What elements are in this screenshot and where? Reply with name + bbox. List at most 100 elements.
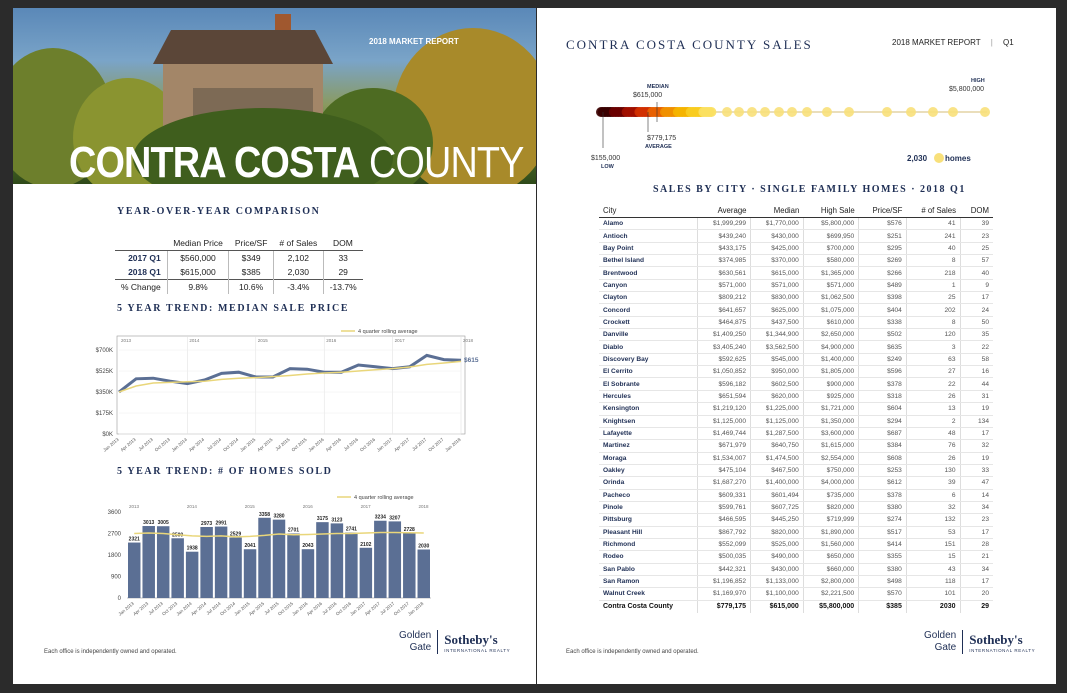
median-value: $615,000 — [633, 92, 662, 99]
city-cell: $380 — [858, 563, 907, 576]
year-label: 2017 — [395, 338, 406, 343]
city-cell: $1,999,299 — [697, 217, 751, 231]
city-name: San Pablo — [599, 563, 699, 576]
x-tick-label: Jan 2015 — [239, 437, 257, 453]
bar-value-label: 2321 — [129, 537, 140, 543]
city-cell: $601,494 — [750, 489, 804, 502]
city-cell: $1,400,000 — [803, 353, 860, 367]
table-row: Pittsburg $466,595 $445,250 $719,999 $274 132… — [599, 513, 993, 527]
bar — [345, 532, 358, 598]
city-cell: 1 — [906, 279, 961, 293]
city-cell: $5,800,000 — [803, 217, 860, 231]
price-chart-title: 5 YEAR TREND: MEDIAN SALE PRICE — [117, 303, 350, 314]
city-cell: $3,600,000 — [803, 427, 860, 441]
city-name: Pittsburg — [599, 513, 699, 527]
bar-value-label: 3207 — [389, 515, 400, 521]
table-row: Oakley $475,104 $467,500 $750,000 $253 130 33 — [599, 464, 993, 478]
logo-golden: Golden — [924, 630, 957, 641]
bar-value-label: 3123 — [331, 517, 342, 523]
city-cell: $430,000 — [750, 563, 804, 576]
city-cell: $630,561 — [697, 266, 751, 280]
year-label: 2013 — [121, 338, 132, 343]
table-row: Pacheco $609,331 $601,494 $735,000 $378 6 14 — [599, 489, 993, 502]
city-cell: $687 — [858, 427, 907, 441]
city-cell: 28 — [960, 538, 993, 552]
table-row: Clayton $809,212 $830,000 $1,062,500 $398 25 1… — [599, 291, 993, 305]
city-table-title: SALES BY CITY · SINGLE FAMILY HOMES · 20… — [653, 184, 966, 195]
city-cell: 132 — [906, 513, 961, 527]
bar — [301, 549, 315, 598]
city-name: Hercules — [599, 390, 699, 404]
price-range-graphic: MEDIAN $615,000 HIGH $5,800,000 $779,175 AVER… — [591, 78, 990, 170]
city-cell: $274 — [858, 513, 907, 527]
x-tick-label: Jan 2017 — [376, 437, 394, 453]
city-cell: 25 — [906, 291, 961, 305]
yoy-cell: $385 — [228, 265, 274, 280]
bar — [258, 517, 271, 598]
city-cell: 118 — [906, 575, 961, 589]
city-cell: $641,657 — [697, 303, 751, 317]
y-tick-label: 0 — [118, 596, 122, 602]
city-cell: 17 — [960, 427, 993, 441]
plot-frame — [116, 335, 466, 435]
city-cell: 13 — [906, 402, 961, 416]
city-cell: $615,000 — [750, 599, 804, 613]
x-tick-label: Apr 2014 — [188, 437, 206, 453]
city-cell: $378 — [858, 489, 907, 502]
x-tick-label: Oct 2017 — [427, 437, 445, 453]
city-cell: 58 — [960, 353, 993, 367]
city-cell: $596 — [858, 365, 907, 379]
city-name: Contra Costa County — [599, 599, 699, 613]
city-name: Rodeo — [599, 550, 699, 564]
city-cell: 151 — [906, 538, 961, 552]
bar — [287, 533, 300, 598]
city-cell: $439,240 — [697, 229, 751, 243]
city-cell: 16 — [960, 365, 993, 379]
x-tick-label: Apr 2014 — [190, 601, 208, 617]
city-cell: 17 — [960, 575, 993, 589]
city-cell: $385 — [858, 599, 907, 613]
city-cell: $1,409,250 — [697, 328, 751, 342]
city-cell: 23 — [960, 229, 993, 243]
bar-value-label: 3013 — [143, 520, 154, 526]
city-cell: 2030 — [906, 599, 961, 613]
homes-sold-chart: 2013 2014 2015 2016 2017 2018 0 900 1800 2700 3600… — [108, 495, 431, 617]
table-row: Kensington $1,219,120 $1,225,000 $1,721,000… — [599, 402, 993, 416]
city-cell: 241 — [906, 229, 961, 243]
city-name: Martinez — [599, 439, 699, 453]
city-cell: $592,625 — [697, 353, 751, 367]
city-cell: $620,000 — [750, 390, 804, 404]
city-cell: $1,560,000 — [803, 538, 860, 552]
sales-by-city-table: City Average Median High Sale Price/SF # of S… — [599, 204, 993, 613]
bar — [229, 537, 242, 598]
city-name: Kensington — [599, 402, 699, 416]
city-cell: $1,125,000 — [750, 415, 804, 428]
sale-dot — [906, 107, 916, 117]
x-tick-label: Jul 2014 — [206, 437, 223, 452]
x-tick-label: Jan 2016 — [307, 437, 325, 453]
city-cell: $809,212 — [697, 291, 751, 305]
city-name: Pinole — [599, 501, 699, 515]
city-cell: $1,050,852 — [697, 365, 751, 379]
yoy-cell: 10.6% — [228, 279, 274, 294]
city-cell: 57 — [960, 254, 993, 268]
city-cell: $3,562,500 — [750, 340, 804, 354]
year-label: 2016 — [326, 338, 337, 343]
city-cell: $442,321 — [697, 563, 751, 576]
table-row: Antioch $439,240 $430,000 $699,950 $251 241 23 — [599, 229, 993, 243]
city-header-cell: High Sale — [803, 204, 859, 218]
right-report-label: 2018 MARKET REPORT | Q1 — [892, 38, 1014, 47]
bar-value-label: 2030 — [418, 544, 429, 550]
table-row: Crockett $464,875 $437,500 $610,000 $338 8 50 — [599, 316, 993, 330]
homes-count: 2,030 — [907, 154, 928, 163]
homes-dot-icon — [934, 153, 944, 163]
year-label: 2018 — [419, 504, 430, 509]
year-label: 2014 — [189, 338, 200, 343]
x-tick-label: Jan 2018 — [407, 601, 425, 617]
bar — [214, 526, 228, 598]
city-cell: $635 — [858, 340, 907, 354]
city-cell: 120 — [906, 328, 961, 342]
city-cell: 47 — [960, 476, 993, 490]
city-header-cell: DOM — [960, 204, 993, 218]
y-tick-label: 1800 — [108, 553, 122, 559]
